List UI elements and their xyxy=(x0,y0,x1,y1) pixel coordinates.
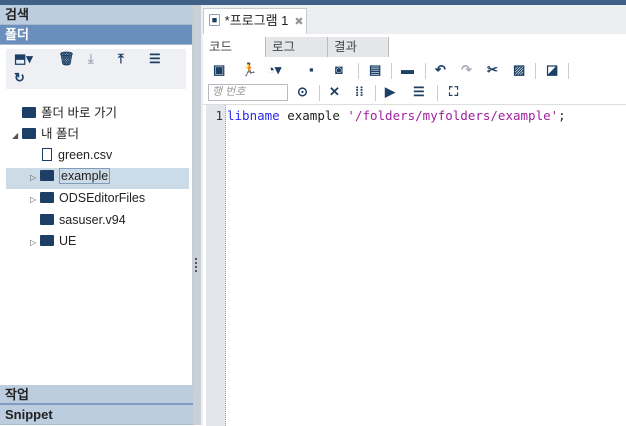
tree-item-shortcuts[interactable]: 폴더 바로 가기 xyxy=(22,103,117,123)
collapsed-arrow-icon[interactable]: ▷ xyxy=(30,190,40,210)
search-section-header[interactable]: 검색 xyxy=(0,5,192,25)
collapsed-arrow-icon[interactable]: ▷ xyxy=(30,233,40,253)
tree-item-folder[interactable]: ▷ example xyxy=(30,166,111,188)
code-keyword: libname xyxy=(227,108,280,123)
tree-item-my-folder[interactable]: ◢ 내 폴더 xyxy=(12,124,79,144)
tree-item-label: UE xyxy=(59,234,77,248)
code-line[interactable]: libname example '/folders/myfolders/exam… xyxy=(227,108,566,123)
folder-icon xyxy=(40,235,54,246)
tree-item-folder[interactable]: ▷ ODSEditorFiles xyxy=(30,188,145,208)
copy-icon[interactable]: ◪ xyxy=(546,62,558,78)
tree-item-label: ODSEditorFiles xyxy=(59,191,146,205)
tree-item-label: example xyxy=(59,168,111,184)
file-icon xyxy=(42,148,52,161)
tree-item-label: sasuser.v94 xyxy=(59,213,126,227)
expanded-arrow-icon[interactable]: ◢ xyxy=(12,126,22,146)
tasks-section-header[interactable]: 작업 xyxy=(0,385,193,405)
folders-section-header[interactable]: 폴더 xyxy=(0,25,192,45)
tree-item-folder[interactable]: ▷ UE xyxy=(30,231,76,251)
print-icon[interactable]: ▬ xyxy=(401,62,414,77)
undo-icon[interactable]: ↶ xyxy=(435,62,446,78)
save-as-icon[interactable]: ◙ xyxy=(335,62,343,77)
new-item-icon[interactable]: ⬒▾ xyxy=(14,51,33,67)
run-icon[interactable]: ▣ xyxy=(213,62,225,78)
tree-item-file[interactable]: green.csv xyxy=(42,145,112,165)
run-person-icon[interactable]: 🏃 xyxy=(241,62,257,78)
tab-title: *프로그램 1 xyxy=(224,13,289,28)
folder-icon xyxy=(40,192,54,203)
collapsed-arrow-icon[interactable]: ▷ xyxy=(30,168,40,188)
editor-toolbar: ▣ 🏃 ◔▾ ▪ ◙ ▤ ▬ ↶ ↷ ✂ ▨ ◪ 행 번호 ⊙ ✕ ⁞⁞ ▶ ☰… xyxy=(203,58,626,104)
properties-icon[interactable]: ☰ xyxy=(149,51,161,67)
folder-icon xyxy=(40,170,54,181)
outdent-icon[interactable]: ☰ xyxy=(413,84,425,100)
folder-icon xyxy=(22,128,36,139)
pane-splitter[interactable] xyxy=(193,5,201,425)
program-icon: ▣ xyxy=(208,13,222,28)
history-icon[interactable]: ◔▾ xyxy=(267,62,281,78)
tab-program-1[interactable]: ▣ *프로그램 1 ✖ xyxy=(203,8,307,34)
code-editor[interactable]: 1 libname example '/folders/myfolders/ex… xyxy=(203,104,626,426)
tree-item-label: 폴더 바로 가기 xyxy=(41,106,117,120)
code-string: '/folders/myfolders/example' xyxy=(347,108,559,123)
snippets-section-header[interactable]: Snippet xyxy=(0,405,193,425)
folder-toolbar: ⬒▾ 🗑 ⤓ ⤒ ☰ ↻ xyxy=(6,49,186,89)
folder-icon xyxy=(40,214,54,225)
tree-item-label: green.csv xyxy=(58,148,113,162)
delete-icon[interactable]: 🗑 xyxy=(58,51,75,67)
upload-icon[interactable]: ⤒ xyxy=(118,51,124,67)
refresh-icon[interactable]: ↻ xyxy=(14,70,25,86)
document-icon[interactable]: ▤ xyxy=(369,62,381,78)
tree-item-label: 내 폴더 xyxy=(41,127,79,141)
navigation-pane: 검색 폴더 ⬒▾ 🗑 ⤓ ⤒ ☰ ↻ 폴더 바로 가기 ◢ 내 폴더 green.… xyxy=(0,5,193,425)
save-icon[interactable]: ▪ xyxy=(309,62,314,77)
code-text: example xyxy=(279,108,348,123)
close-tab-icon[interactable]: ✖ xyxy=(294,16,303,28)
splitter-grip-icon[interactable] xyxy=(195,258,198,272)
tree-item-folder[interactable]: sasuser.v94 xyxy=(40,210,126,230)
go-to-line-icon[interactable]: ⊙ xyxy=(297,84,308,100)
paste-icon[interactable]: ▨ xyxy=(513,62,525,78)
redo-icon[interactable]: ↷ xyxy=(461,62,472,78)
clear-icon[interactable]: ✕ xyxy=(329,84,340,100)
tab-log[interactable]: 로그 xyxy=(265,37,327,57)
line-number: 1 xyxy=(215,108,223,123)
format-code-icon[interactable]: ⁞⁞ xyxy=(355,84,364,99)
line-number-input[interactable]: 행 번호 xyxy=(208,84,288,101)
tab-results[interactable]: 결과 xyxy=(327,37,389,57)
download-icon[interactable]: ⤓ xyxy=(88,51,94,67)
cut-icon[interactable]: ✂ xyxy=(487,62,498,78)
shortcut-folder-icon xyxy=(22,107,36,118)
tab-code[interactable]: 코드 xyxy=(203,37,265,57)
maximize-icon[interactable]: ⛶ xyxy=(449,84,458,100)
line-gutter: 1 xyxy=(206,105,226,426)
code-semicolon: ; xyxy=(558,108,566,123)
indent-icon[interactable]: ▶ xyxy=(385,84,395,100)
editor-area: ▣ *프로그램 1 ✖ 코드 로그 결과 ▣ 🏃 ◔▾ ▪ ◙ ▤ ▬ ↶ ↷ ✂… xyxy=(201,5,626,426)
